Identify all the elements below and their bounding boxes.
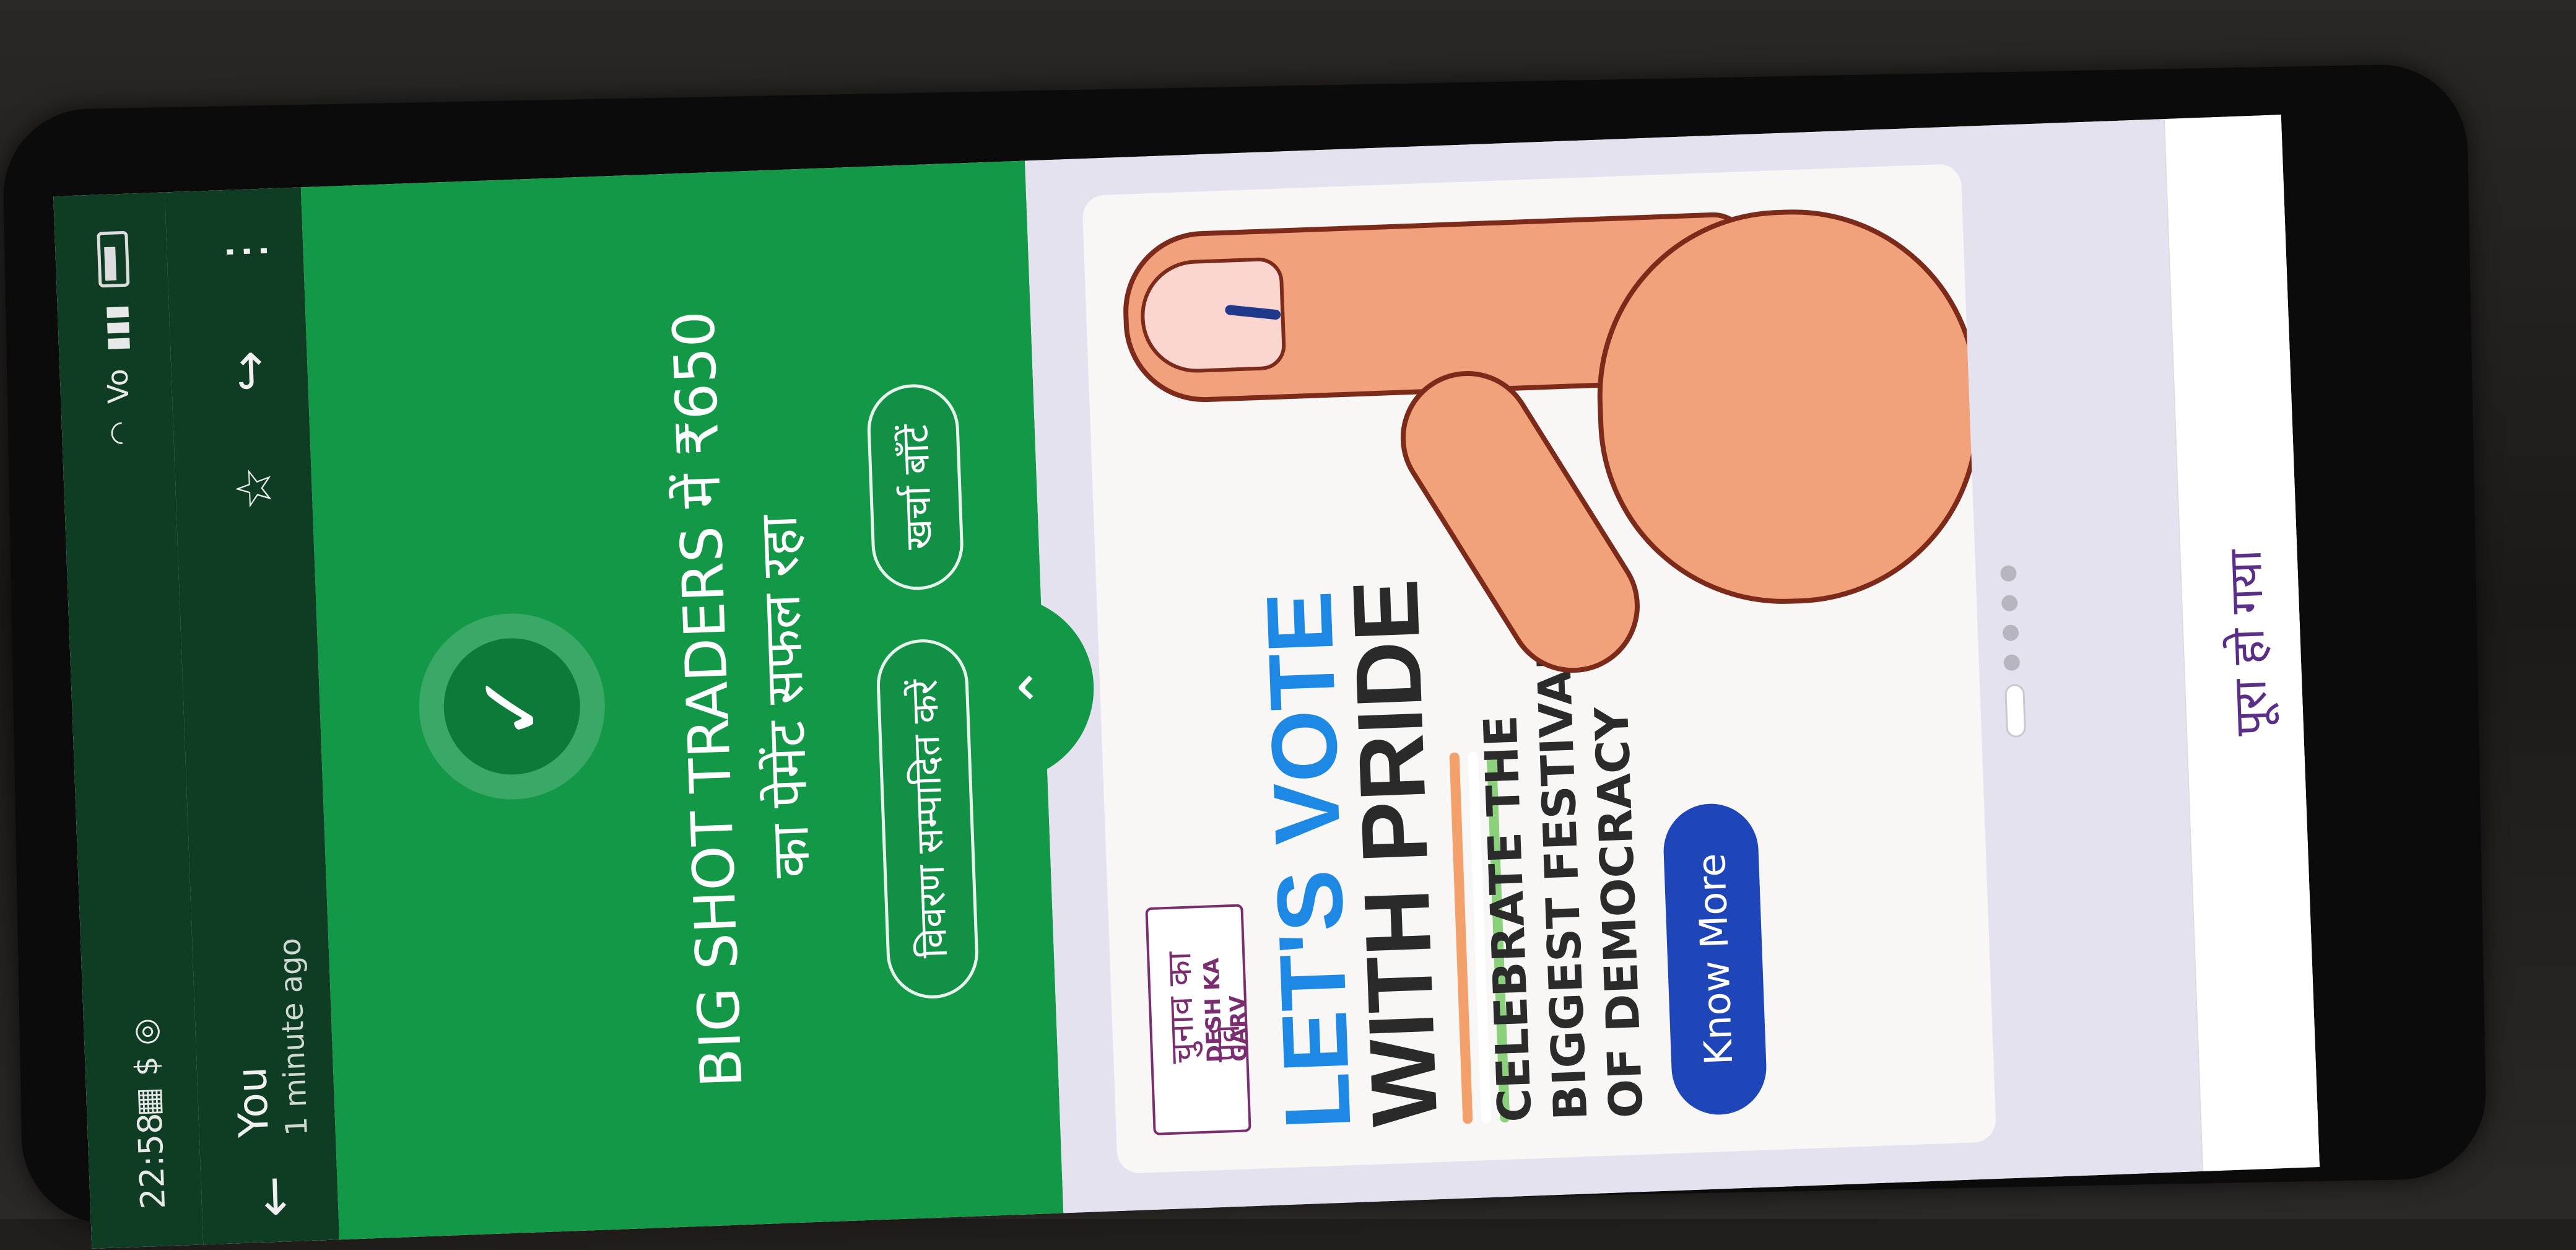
split-expense-button[interactable]: खर्चा बाँटें: [866, 382, 965, 592]
signal-icon: ▮▮▮: [98, 304, 134, 352]
status-icons: ▦ $ ◎: [127, 1018, 167, 1117]
phone-screen: 22:58 ▦ $ ◎ ◠ Vo ▮▮▮ ← You 1 minute ago …: [53, 115, 2320, 1249]
forward-icon[interactable]: ↪: [220, 349, 279, 393]
image-icon: ▦: [129, 1086, 167, 1117]
message-time: 1 minute ago: [272, 937, 315, 1137]
edit-details-button[interactable]: विवरण सम्पादित करें: [875, 637, 980, 1000]
instagram-icon: ◎: [126, 1017, 164, 1046]
volte-icon: Vo: [100, 368, 136, 404]
header-actions: ☆ ↪ ⋮: [215, 225, 284, 512]
check-icon: ✓: [441, 636, 583, 777]
carousel-dot: [2003, 654, 2021, 671]
phone-frame: 22:58 ▦ $ ◎ ◠ Vo ▮▮▮ ← You 1 minute ago …: [2, 63, 2487, 1249]
star-icon[interactable]: ☆: [224, 465, 284, 512]
carousel-dot: [2001, 595, 2018, 612]
carousel-dot-active: [2004, 683, 2027, 738]
done-button[interactable]: पूरा हो गया: [2196, 115, 2297, 1170]
payment-success-panel: ✓ BIG SHOT TRADERS में ₹650 का पेमेंट सफ…: [300, 160, 1064, 1240]
badge-english: DESH KA GARV: [1199, 957, 1253, 1063]
battery-icon: [97, 230, 130, 288]
sender-name: You: [227, 1066, 278, 1139]
more-icon[interactable]: ⋮: [215, 225, 275, 277]
election-badge: चुनाव का पर्व DESH KA GARV: [1145, 904, 1253, 1135]
success-check-ring: ✓: [416, 610, 609, 803]
payment-actions: विवरण सम्पादित करें खर्चा बाँटें: [858, 164, 988, 1219]
status-right: ◠ Vo ▮▮▮: [95, 230, 137, 447]
ink-mark: [1224, 304, 1281, 320]
voting-ad-card[interactable]: चुनाव का पर्व DESH KA GARV LET'S VOTE WI…: [1082, 164, 1997, 1174]
wifi-icon: ◠: [102, 420, 137, 447]
carousel-dot: [2000, 565, 2017, 582]
back-arrow-icon[interactable]: ←: [244, 1174, 303, 1218]
carousel-dot: [2002, 624, 2019, 642]
know-more-button[interactable]: Know More: [1661, 802, 1769, 1117]
paytm-icon: $: [128, 1056, 165, 1077]
hand-illustration: [1118, 164, 1986, 727]
status-time: 22:58: [130, 1112, 173, 1210]
nail-illustration: [1139, 256, 1287, 375]
